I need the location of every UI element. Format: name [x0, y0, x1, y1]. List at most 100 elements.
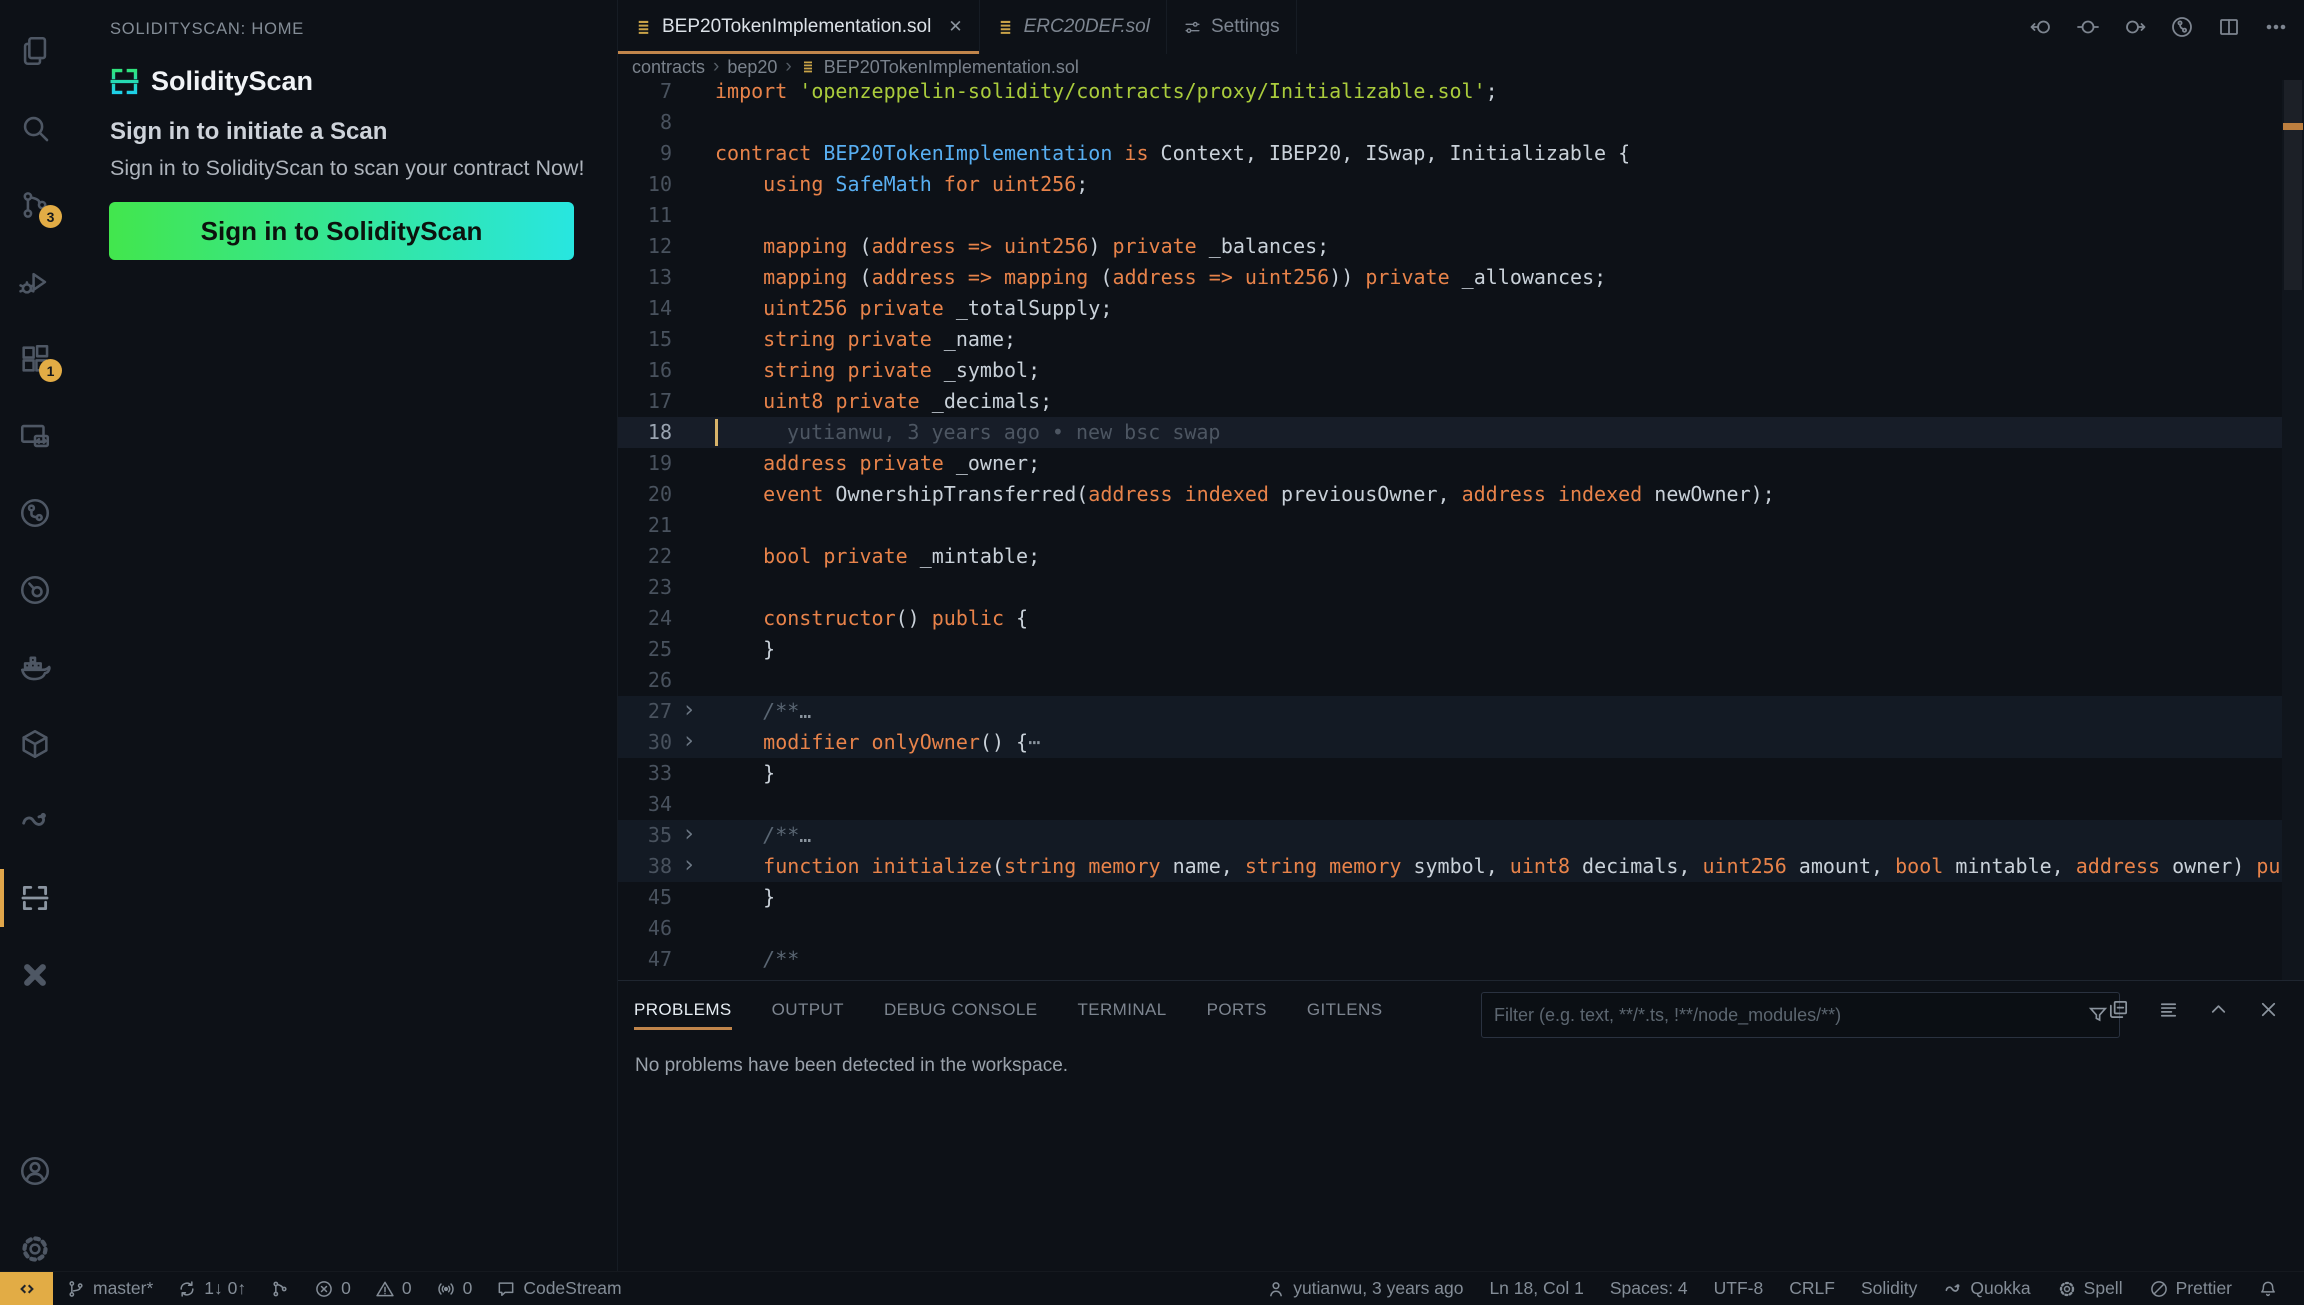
fold-chevron-icon[interactable]: ›	[682, 695, 696, 726]
code-line-18[interactable]: 18yutianwu, 3 years ago • new bsc swap	[618, 417, 2282, 448]
panel-tab-ports[interactable]: PORTS	[1207, 981, 1267, 1039]
breadcrumb-item[interactable]: bep20	[727, 57, 777, 78]
status-codestream[interactable]: CodeStream	[496, 1278, 621, 1299]
code-line-23[interactable]: 23	[618, 572, 2282, 603]
panel-tab-terminal[interactable]: TERMINAL	[1077, 981, 1166, 1039]
remote-indicator[interactable]	[0, 1272, 53, 1305]
breadcrumb: contracts›bep20›BEP20TokenImplementation…	[632, 54, 1079, 80]
activity-item-docker[interactable]	[0, 636, 70, 698]
status-0[interactable]: 0	[314, 1278, 351, 1299]
panel-tab-problems[interactable]: PROBLEMS	[634, 981, 732, 1039]
status-1-0-[interactable]: 1↓ 0↑	[177, 1278, 246, 1299]
code-line-8[interactable]: 8	[618, 107, 2282, 138]
line-number: 17	[618, 386, 672, 417]
activity-item-account[interactable]	[0, 1140, 70, 1202]
code-line-45[interactable]: 45 }	[618, 882, 2282, 913]
tab-close-icon[interactable]: ✕	[948, 17, 962, 37]
status-0[interactable]: 0	[436, 1278, 473, 1299]
code-line-25[interactable]: 25 }	[618, 634, 2282, 665]
activity-item-gitlens-inspect[interactable]	[0, 559, 70, 621]
line-number: 7	[618, 80, 672, 107]
activity-item-explorer[interactable]	[0, 20, 70, 82]
code-line-27[interactable]: 27› /**…	[618, 696, 2282, 727]
panel-tab-output[interactable]: OUTPUT	[772, 981, 844, 1039]
activity-item-quokka[interactable]	[0, 790, 70, 852]
tab-bep20tokenimplementation-sol[interactable]: BEP20TokenImplementation.sol✕	[618, 0, 980, 54]
fold-chevron-icon[interactable]: ›	[682, 726, 696, 757]
more-actions-icon[interactable]	[2264, 15, 2288, 39]
code-line-33[interactable]: 33 }	[618, 758, 2282, 789]
maximize-panel-icon[interactable]	[2207, 998, 2230, 1021]
code-line-16[interactable]: 16 string private _symbol;	[618, 355, 2282, 386]
code-line-17[interactable]: 17 uint8 private _decimals;	[618, 386, 2282, 417]
activity-item-run-debug[interactable]	[0, 251, 70, 313]
status-spaces-4[interactable]: Spaces: 4	[1610, 1278, 1688, 1299]
breadcrumb-item[interactable]: BEP20TokenImplementation.sol	[824, 57, 1079, 78]
line-number: 15	[618, 324, 672, 355]
gitlens-graph-icon[interactable]	[2170, 15, 2194, 39]
problems-filter-input[interactable]	[1482, 1005, 2087, 1026]
code-line-26[interactable]: 26	[618, 665, 2282, 696]
panel-tab-debug-console[interactable]: DEBUG CONSOLE	[884, 981, 1038, 1039]
code-line-22[interactable]: 22 bool private _mintable;	[618, 541, 2282, 572]
signin-button[interactable]: Sign in to SolidityScan	[109, 202, 574, 260]
code-line-7[interactable]: 7import 'openzeppelin-solidity/contracts…	[618, 80, 2282, 107]
open-changes-icon[interactable]	[2076, 15, 2100, 39]
code-line-13[interactable]: 13 mapping (address => mapping (address …	[618, 262, 2282, 293]
code-line-20[interactable]: 20 event OwnershipTransferred(address in…	[618, 479, 2282, 510]
status-solidity[interactable]: Solidity	[1861, 1278, 1917, 1299]
status-spell[interactable]: Spell	[2057, 1278, 2123, 1299]
code-line-19[interactable]: 19 address private _owner;	[618, 448, 2282, 479]
code-line-14[interactable]: 14 uint256 private _totalSupply;	[618, 293, 2282, 324]
open-changes-next-icon[interactable]	[2123, 15, 2147, 39]
code-line-10[interactable]: 10 using SafeMath for uint256;	[618, 169, 2282, 200]
code-line-15[interactable]: 15 string private _name;	[618, 324, 2282, 355]
code-token: amount,	[1787, 854, 1895, 878]
code-line-9[interactable]: 9contract BEP20TokenImplementation is Co…	[618, 138, 2282, 169]
fold-chevron-icon[interactable]: ›	[682, 819, 696, 850]
breadcrumb-item[interactable]: contracts	[632, 57, 705, 78]
line-number: 47	[618, 944, 672, 975]
code-line-24[interactable]: 24 constructor() public {	[618, 603, 2282, 634]
code-line-11[interactable]: 11	[618, 200, 2282, 231]
panel-tab-gitlens[interactable]: GITLENS	[1307, 981, 1383, 1039]
status-0[interactable]: 0	[375, 1278, 412, 1299]
code-editor[interactable]: 7import 'openzeppelin-solidity/contracts…	[618, 80, 2304, 980]
status-ln-18-col-1[interactable]: Ln 18, Col 1	[1489, 1278, 1583, 1299]
activity-item-azure-cube[interactable]	[0, 713, 70, 775]
scrollbar-slider[interactable]	[2284, 80, 2302, 290]
activity-item-extensions[interactable]: 1	[0, 328, 70, 390]
code-line-34[interactable]: 34	[618, 789, 2282, 820]
code-line-47[interactable]: 47 /**	[618, 944, 2282, 975]
collapse-all-icon[interactable]	[2107, 998, 2130, 1021]
status-bell[interactable]	[2258, 1279, 2278, 1299]
status-scm-graph[interactable]	[270, 1279, 290, 1299]
code-line-35[interactable]: 35› /**…	[618, 820, 2282, 851]
split-editor-icon[interactable]	[2217, 15, 2241, 39]
activity-item-remote-explorer[interactable]	[0, 405, 70, 467]
code-line-30[interactable]: 30› modifier onlyOwner() {⋯	[618, 727, 2282, 758]
tab-erc20def-sol[interactable]: ERC20DEF.sol	[980, 0, 1167, 54]
status-utf-8[interactable]: UTF-8	[1714, 1278, 1764, 1299]
view-as-list-icon[interactable]	[2157, 998, 2180, 1021]
activity-item-search[interactable]	[0, 97, 70, 159]
code-line-46[interactable]: 46	[618, 913, 2282, 944]
fold-chevron-icon[interactable]: ›	[682, 850, 696, 881]
status-prettier[interactable]: Prettier	[2149, 1278, 2232, 1299]
status-crlf[interactable]: CRLF	[1789, 1278, 1835, 1299]
activity-item-solidityscan[interactable]	[0, 867, 70, 929]
code-line-21[interactable]: 21	[618, 510, 2282, 541]
open-changes-previous-icon[interactable]	[2029, 15, 2053, 39]
status-master-[interactable]: master*	[66, 1278, 153, 1299]
status-quokka[interactable]: Quokka	[1943, 1278, 2030, 1299]
close-panel-icon[interactable]	[2257, 998, 2280, 1021]
activity-item-gitlens[interactable]	[0, 482, 70, 544]
activity-item-source-control[interactable]: 3	[0, 174, 70, 236]
activity-item-extension-x[interactable]	[0, 944, 70, 1006]
editor-scrollbar[interactable]	[2282, 80, 2304, 980]
code-line-12[interactable]: 12 mapping (address => uint256) private …	[618, 231, 2282, 262]
tab-settings[interactable]: Settings	[1167, 0, 1297, 54]
status-yutianwu-3-years-ago[interactable]: yutianwu, 3 years ago	[1266, 1278, 1463, 1299]
filter-funnel-icon[interactable]	[2087, 1004, 2109, 1026]
code-line-38[interactable]: 38› function initialize(string memory na…	[618, 851, 2282, 882]
